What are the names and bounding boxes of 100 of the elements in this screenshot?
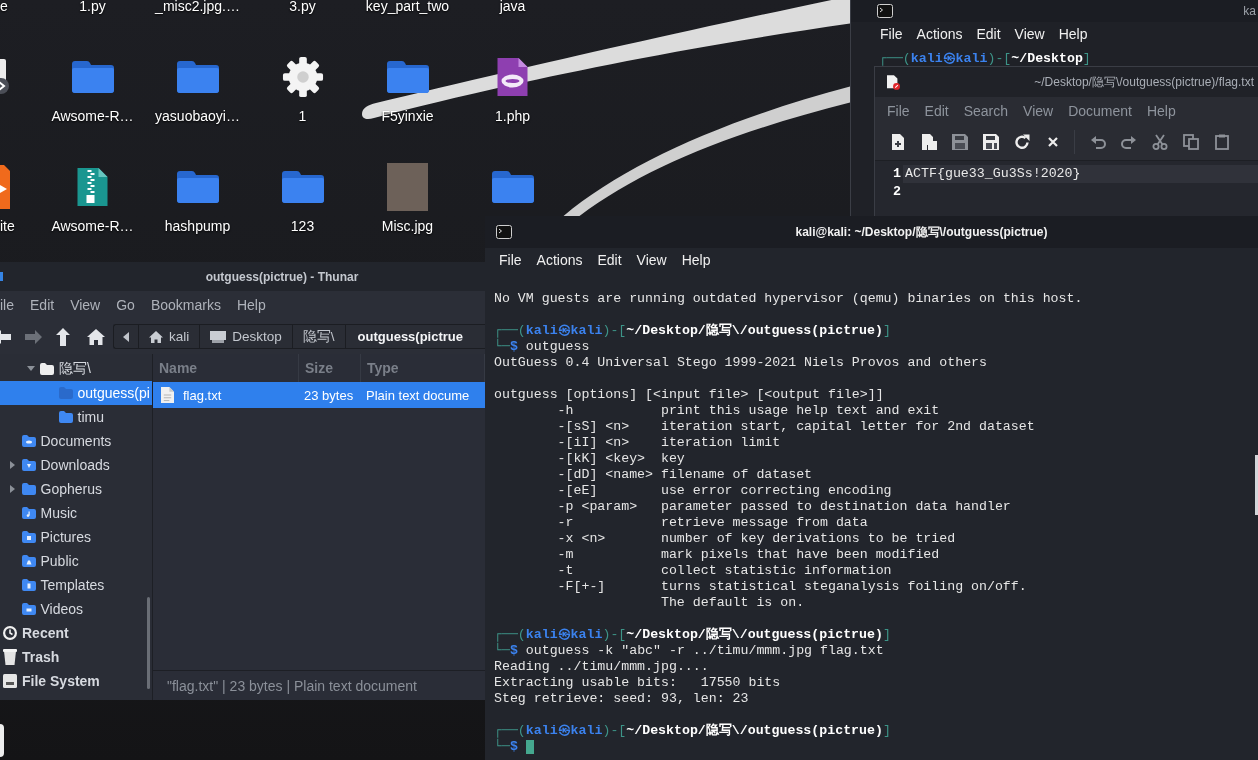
icon-label[interactable]: Misc.jpg xyxy=(381,217,434,235)
menu-item[interactable]: Actions xyxy=(536,252,583,268)
terminal-output: outguess [options] [<input file> [<output file>]] xyxy=(494,387,884,403)
sidebar-item[interactable]: Public xyxy=(0,549,152,573)
icon-label[interactable]: 1.php xyxy=(494,107,530,125)
archive-file-icon[interactable] xyxy=(76,167,109,207)
icon-label[interactable]: yasuobaoyi… xyxy=(155,107,240,125)
sidebar-item[interactable]: Downloads xyxy=(0,453,152,477)
icon-label[interactable]: 123 xyxy=(290,217,315,235)
link-file-icon[interactable] xyxy=(0,59,10,95)
menu-item[interactable]: File xyxy=(499,252,522,268)
icon-label[interactable]: Awsome-R… xyxy=(51,217,134,235)
option-label: -[sS] <n> xyxy=(557,419,630,435)
scrollbar[interactable] xyxy=(1255,455,1258,515)
monitor-icon xyxy=(210,330,227,343)
sidebar-item[interactable]: outguess(pi xyxy=(0,381,152,405)
new-window-icon[interactable] xyxy=(920,134,937,150)
icon-label[interactable]: 1 xyxy=(298,107,307,125)
menu-item[interactable]: Help xyxy=(236,297,266,313)
menu-item[interactable]: ile xyxy=(0,297,14,313)
caret-left-icon[interactable] xyxy=(123,331,129,342)
prompt-line: ┌──(kali㉿kali)-[~/Desktop] xyxy=(879,51,1091,67)
folder-icon[interactable] xyxy=(490,170,535,204)
terminal-output: Extracting usable bits: 17550 bits xyxy=(494,675,781,691)
sidebar-item[interactable]: Documents xyxy=(0,429,152,453)
icon-label[interactable]: 3.py xyxy=(289,0,316,15)
folder-icon xyxy=(21,603,36,615)
sidebar-item[interactable]: File System xyxy=(0,669,152,693)
caret-down-icon[interactable] xyxy=(27,365,35,373)
folder-icon[interactable] xyxy=(70,60,115,94)
sidebar-item[interactable]: Trash xyxy=(0,645,152,669)
menu-item[interactable]: View xyxy=(1023,102,1054,119)
path-button[interactable]: Desktop xyxy=(199,325,292,348)
icon-label[interactable]: java xyxy=(499,0,526,15)
sidebar-item[interactable]: Templates xyxy=(0,573,152,597)
menu-item[interactable]: Edit xyxy=(597,252,622,268)
option-description: parameter passed to destination data handler xyxy=(660,499,1011,515)
menu-item[interactable]: Actions xyxy=(916,26,963,42)
icon-label[interactable]: e xyxy=(0,0,8,15)
menu-item[interactable]: Document xyxy=(1068,102,1132,119)
option-description: mark pixels that have been modified xyxy=(660,547,940,563)
new-document-icon[interactable] xyxy=(890,134,905,150)
scrollbar[interactable] xyxy=(147,597,150,689)
menu-item[interactable]: File xyxy=(887,102,910,119)
document-icon[interactable] xyxy=(496,57,529,97)
icon-label[interactable]: ite xyxy=(0,217,15,235)
folder-icon xyxy=(21,435,36,447)
close-icon[interactable] xyxy=(1047,137,1058,147)
folder-icon[interactable] xyxy=(175,60,220,94)
folder-icon xyxy=(40,363,54,375)
menu-item[interactable]: Bookmarks xyxy=(150,297,221,313)
menu-item[interactable]: View xyxy=(636,252,667,268)
path-button[interactable]: 隐写\ xyxy=(291,325,345,348)
reload-icon[interactable] xyxy=(1013,134,1030,150)
folder-icon[interactable] xyxy=(280,170,325,204)
path-button[interactable]: kali xyxy=(138,325,200,348)
file-row[interactable]: flag.txt 23 bytes Plain text docume xyxy=(153,382,485,408)
menu-item[interactable]: Search xyxy=(963,102,1009,119)
icon-label[interactable]: Awsome-R… xyxy=(51,107,134,125)
icon-label[interactable]: _misc2.jpg.… xyxy=(155,0,240,15)
menu-item[interactable]: Edit xyxy=(924,102,949,119)
menu-item[interactable]: Help xyxy=(1058,26,1088,42)
save-as-icon[interactable] xyxy=(982,134,999,150)
icon-label[interactable]: F5yinxie xyxy=(381,107,434,125)
folder-icon[interactable] xyxy=(385,60,430,94)
menu-item[interactable]: Help xyxy=(1146,102,1176,119)
window-title: ka xyxy=(1243,4,1257,18)
sidebar-item[interactable]: Gopherus xyxy=(0,477,152,501)
sidebar-item[interactable]: timu xyxy=(0,405,152,429)
menu-item[interactable]: Edit xyxy=(976,26,1001,42)
command-line: └─$ xyxy=(494,739,518,755)
home-icon[interactable] xyxy=(87,328,105,345)
menu-item[interactable]: Edit xyxy=(30,297,55,313)
back-icon[interactable] xyxy=(0,328,11,345)
menu-item[interactable]: View xyxy=(1014,26,1045,42)
text-area[interactable]: 1 ACTF{gue33_Gu3Ss!2020} 2 xyxy=(875,160,1258,216)
menu-item[interactable]: View xyxy=(70,297,101,313)
menu-item[interactable]: File xyxy=(880,26,903,42)
sidebar-item[interactable]: Videos xyxy=(0,597,152,621)
sidebar-item[interactable]: Music xyxy=(0,501,152,525)
app-icon[interactable] xyxy=(0,165,10,209)
option-description: iteration limit xyxy=(660,435,781,451)
folder-icon[interactable] xyxy=(175,170,220,204)
gear-icon[interactable] xyxy=(281,56,324,98)
sidebar-item[interactable]: Pictures xyxy=(0,525,152,549)
option-description: use error correcting encoding xyxy=(660,483,892,499)
icon-label[interactable]: key_part_two xyxy=(365,0,450,15)
menu-item[interactable]: Help xyxy=(681,252,711,268)
icon-label[interactable]: hashpump xyxy=(164,217,231,235)
sidebar-item[interactable]: 隐写\ xyxy=(0,357,152,381)
icon-label[interactable]: 1.py xyxy=(79,0,106,15)
sidebar-item[interactable]: Recent xyxy=(0,621,152,645)
caret-right-icon[interactable] xyxy=(8,461,17,469)
folder-icon xyxy=(21,531,36,543)
up-icon[interactable] xyxy=(55,327,71,346)
menu-item[interactable]: Go xyxy=(116,297,135,313)
option-description: filename of dataset xyxy=(660,467,813,483)
trash-icon xyxy=(3,649,17,665)
caret-right-icon[interactable] xyxy=(8,485,17,493)
option-description: number of key derivations to be tried xyxy=(660,531,956,547)
